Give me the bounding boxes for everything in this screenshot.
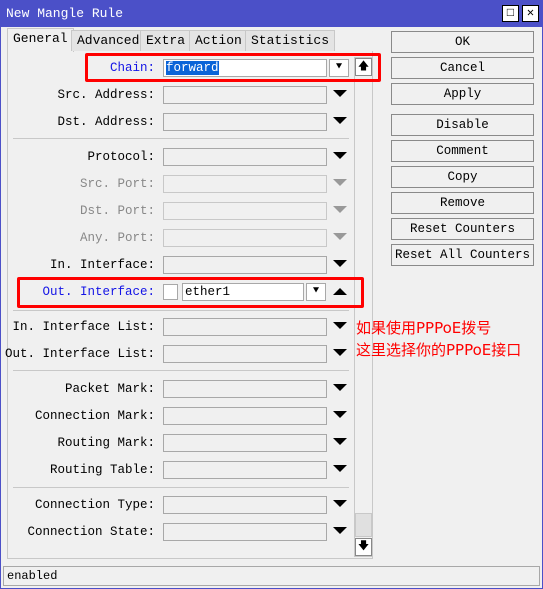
chain-highlight	[85, 53, 381, 82]
field-input[interactable]	[163, 434, 327, 452]
maximize-icon[interactable]: □	[502, 5, 519, 22]
tab-statistics[interactable]: Statistics	[245, 30, 336, 51]
field-label: Connection State:	[27, 525, 155, 539]
expand-down-icon[interactable]	[333, 500, 347, 507]
field-label: Out. Interface List:	[4, 347, 155, 361]
field-input[interactable]	[163, 496, 327, 514]
field-input[interactable]	[163, 318, 327, 336]
field-input[interactable]	[163, 523, 327, 541]
expand-down-icon[interactable]	[333, 322, 347, 329]
field-label: Routing Table:	[49, 463, 155, 477]
expand-down-icon[interactable]	[333, 465, 347, 472]
divider	[13, 138, 349, 139]
expand-down-icon[interactable]	[333, 527, 347, 534]
field-label: Routing Mark:	[57, 436, 155, 450]
remove-button[interactable]: Remove	[391, 192, 534, 214]
divider	[13, 487, 349, 488]
expand-down-icon[interactable]	[333, 349, 347, 356]
field-input[interactable]	[163, 345, 327, 363]
divider	[13, 370, 349, 371]
tab-action[interactable]: Action	[189, 30, 248, 51]
close-icon[interactable]: ✕	[522, 5, 539, 22]
ok-button[interactable]: OK	[391, 31, 534, 53]
out-interface-highlight	[17, 277, 364, 308]
reset-counters-button[interactable]: Reset Counters	[391, 218, 534, 240]
expand-down-icon[interactable]	[333, 384, 347, 391]
expand-down-icon[interactable]	[333, 152, 347, 159]
field-input[interactable]	[163, 86, 327, 104]
expand-down-icon	[333, 179, 347, 186]
tab-general[interactable]: General	[7, 28, 74, 52]
expand-down-icon[interactable]	[333, 260, 347, 267]
field-input[interactable]	[163, 461, 327, 479]
reset-all-counters-button[interactable]: Reset All Counters	[391, 244, 534, 266]
field-input[interactable]	[163, 148, 327, 166]
expand-down-icon[interactable]	[333, 411, 347, 418]
scroll-down-icon[interactable]: 🡇	[355, 538, 372, 556]
field-label: Connection Type:	[34, 498, 155, 512]
divider	[13, 310, 349, 311]
field-input[interactable]	[163, 256, 327, 274]
new-mangle-rule-window: New Mangle Rule □ ✕ General Advanced Ext…	[0, 0, 543, 589]
field-label: In. Interface List:	[12, 320, 155, 334]
field-input	[163, 229, 327, 247]
field-label: Protocol:	[87, 150, 155, 164]
field-label: Connection Mark:	[34, 409, 155, 423]
field-input	[163, 202, 327, 220]
copy-button[interactable]: Copy	[391, 166, 534, 188]
disable-button[interactable]: Disable	[391, 114, 534, 136]
scroll-thumb[interactable]	[355, 513, 372, 537]
field-label: Packet Mark:	[64, 382, 155, 396]
tab-extra[interactable]: Extra	[140, 30, 192, 51]
annotation: 如果使用PPPoE拨号 这里选择你的PPPoE接口	[356, 317, 521, 361]
field-input[interactable]	[163, 380, 327, 398]
comment-button[interactable]: Comment	[391, 140, 534, 162]
title-bar: New Mangle Rule □ ✕	[1, 1, 542, 27]
field-label: Src. Port:	[79, 177, 155, 191]
window-title: New Mangle Rule	[6, 6, 124, 21]
field-label: Dst. Port:	[79, 204, 155, 218]
field-label: Dst. Address:	[57, 115, 155, 129]
apply-button[interactable]: Apply	[391, 83, 534, 105]
annotation-line: 如果使用PPPoE拨号	[356, 319, 492, 337]
tab-advanced[interactable]: Advanced	[71, 30, 146, 51]
field-input[interactable]	[163, 113, 327, 131]
field-label: Any. Port:	[79, 231, 155, 245]
field-label: In. Interface:	[49, 258, 155, 272]
annotation-line: 这里选择你的PPPoE接口	[356, 341, 522, 359]
cancel-button[interactable]: Cancel	[391, 57, 534, 79]
expand-down-icon[interactable]	[333, 438, 347, 445]
field-input	[163, 175, 327, 193]
expand-down-icon[interactable]	[333, 90, 347, 97]
expand-down-icon	[333, 233, 347, 240]
expand-down-icon	[333, 206, 347, 213]
expand-down-icon[interactable]	[333, 117, 347, 124]
field-label: Src. Address:	[57, 88, 155, 102]
field-input[interactable]	[163, 407, 327, 425]
status-bar: enabled	[3, 566, 540, 586]
